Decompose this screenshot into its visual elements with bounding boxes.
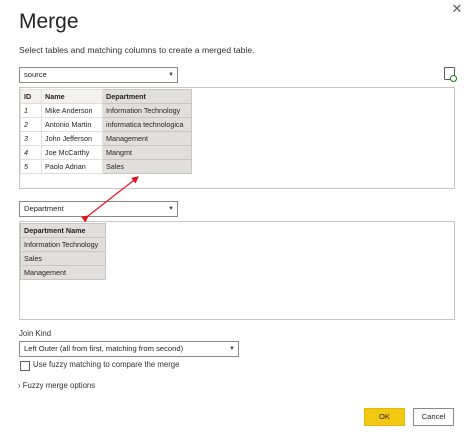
fuzzy-options-label: Fuzzy merge options <box>22 381 96 390</box>
join-kind-select[interactable]: Left Outer (all from first, matching fro… <box>19 341 239 357</box>
match-arrow-annotation <box>81 176 139 223</box>
chevron-right-icon: › <box>18 381 21 390</box>
fuzzy-matching-checkbox[interactable] <box>20 361 30 371</box>
fuzzy-options-expander[interactable]: › Fuzzy merge options <box>18 381 95 390</box>
ok-button[interactable]: OK <box>364 408 405 426</box>
double-arrow-line <box>81 176 139 223</box>
fuzzy-matching-label: Use fuzzy matching to compare the merge <box>33 360 180 369</box>
join-kind-label: Join Kind <box>19 329 52 338</box>
join-kind-select-value: Left Outer (all from first, matching fro… <box>24 344 184 353</box>
chevron-down-icon: ▼ <box>229 346 235 352</box>
cancel-button[interactable]: Cancel <box>413 408 454 426</box>
